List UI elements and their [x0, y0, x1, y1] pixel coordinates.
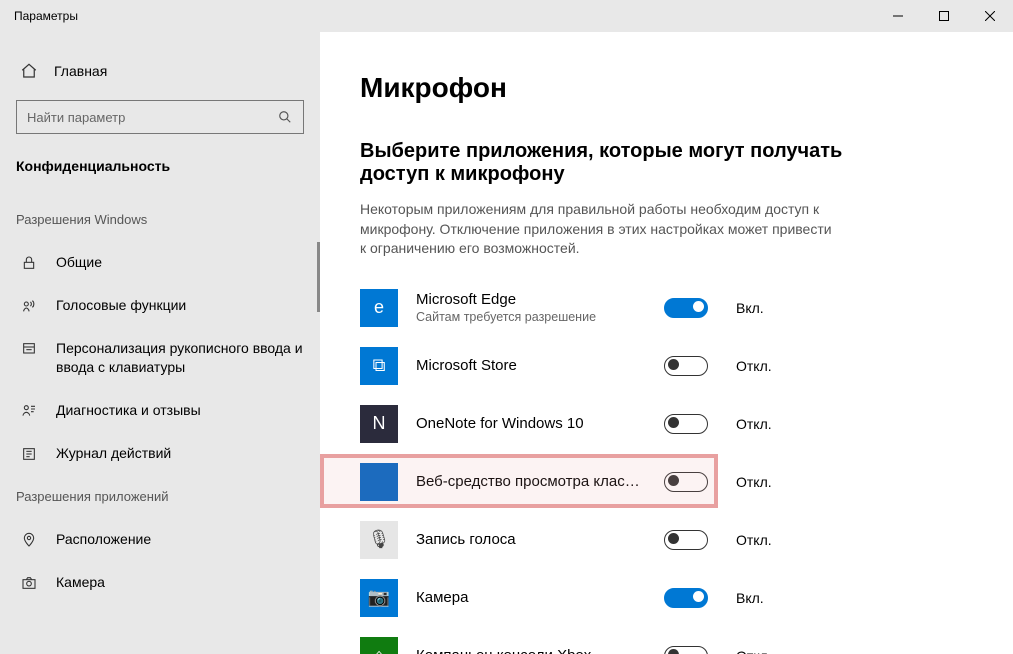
app-toggle[interactable] — [664, 588, 708, 608]
app-toggle[interactable] — [664, 530, 708, 550]
nav-inking[interactable]: Персонализация рукописного ввода и ввода… — [0, 327, 320, 389]
app-text: Камера — [416, 588, 646, 608]
app-list: e Microsoft EdgeСайтам требуется разрешен… — [360, 279, 973, 654]
nav-label: Расположение — [56, 530, 304, 549]
app-toggle[interactable] — [664, 414, 708, 434]
app-text: Microsoft EdgeСайтам требуется разрешени… — [416, 290, 646, 326]
settings-window: Параметры Главная — [0, 0, 1013, 654]
app-name: Камера — [416, 588, 646, 608]
nav-label: Голосовые функции — [56, 296, 304, 315]
location-icon — [20, 531, 38, 549]
app-text: OneNote for Windows 10 — [416, 414, 646, 434]
toggle-state-label: Откл. — [736, 648, 772, 654]
nav-speech[interactable]: Голосовые функции — [0, 284, 320, 327]
app-toggle[interactable] — [664, 298, 708, 318]
content-area: Микрофон Выберите приложения, которые мо… — [320, 32, 1013, 654]
home-label: Главная — [54, 63, 107, 79]
app-name: Компаньон консоли Xbox — [416, 646, 646, 654]
nav-general[interactable]: Общие — [0, 241, 320, 284]
app-row: 🎙 Запись голоса Откл. — [360, 511, 973, 569]
nav-label: Общие — [56, 253, 304, 272]
nav-label: Диагностика и отзывы — [56, 401, 304, 420]
toggle-state-label: Откл. — [736, 358, 772, 374]
app-toggle[interactable] — [664, 472, 708, 492]
section-windows-permissions: Разрешения Windows — [0, 198, 320, 241]
camera-icon — [20, 574, 38, 592]
app-text: Запись голоса — [416, 530, 646, 550]
toggle-state-label: Откл. — [736, 416, 772, 432]
close-button[interactable] — [967, 0, 1013, 32]
speech-icon — [20, 297, 38, 315]
app-icon — [360, 463, 398, 501]
toggle-state-label: Откл. — [736, 532, 772, 548]
nav-activity[interactable]: Журнал действий — [0, 432, 320, 475]
app-icon: ⌂ — [360, 637, 398, 654]
search-box[interactable] — [16, 100, 304, 134]
search-input[interactable] — [27, 110, 277, 125]
app-icon: e — [360, 289, 398, 327]
nav-label: Персонализация рукописного ввода и ввода… — [56, 339, 304, 377]
app-row: N OneNote for Windows 10 Откл. — [360, 395, 973, 453]
app-icon: 🎙 — [360, 521, 398, 559]
app-row: 📷 Камера Вкл. — [360, 569, 973, 627]
nav-label: Камера — [56, 573, 304, 592]
home-icon — [20, 62, 38, 80]
app-row: ⌂ Компаньон консоли Xbox Откл. — [360, 627, 973, 654]
app-name: Запись голоса — [416, 530, 646, 550]
nav-camera[interactable]: Камера — [0, 561, 320, 604]
app-row: ⧉ Microsoft Store Откл. — [360, 337, 973, 395]
nav-diagnostics[interactable]: Диагностика и отзывы — [0, 389, 320, 432]
home-nav[interactable]: Главная — [0, 52, 320, 90]
minimize-button[interactable] — [875, 0, 921, 32]
app-icon: N — [360, 405, 398, 443]
inking-icon — [20, 340, 38, 358]
app-icon: ⧉ — [360, 347, 398, 385]
body: Главная Конфиденциальность Разрешения Wi… — [0, 32, 1013, 654]
toggle-state-label: Вкл. — [736, 590, 764, 606]
window-controls — [875, 0, 1013, 32]
app-name: OneNote for Windows 10 — [416, 414, 646, 434]
sidebar: Главная Конфиденциальность Разрешения Wi… — [0, 32, 320, 654]
section-app-permissions: Разрешения приложений — [0, 475, 320, 518]
window-title: Параметры — [0, 9, 875, 23]
app-name: Microsoft Store — [416, 356, 646, 376]
maximize-button[interactable] — [921, 0, 967, 32]
app-text: Веб-средство просмотра классиче… — [416, 472, 646, 492]
app-text: Microsoft Store — [416, 356, 646, 376]
app-row: e Microsoft EdgeСайтам требуется разрешен… — [360, 279, 973, 337]
history-icon — [20, 445, 38, 463]
app-subtext: Сайтам требуется разрешение — [416, 309, 646, 325]
nav-location[interactable]: Расположение — [0, 518, 320, 561]
nav-label: Журнал действий — [56, 444, 304, 463]
toggle-state-label: Вкл. — [736, 300, 764, 316]
search-icon — [277, 109, 293, 125]
titlebar: Параметры — [0, 0, 1013, 32]
lock-icon — [20, 254, 38, 272]
category-header: Конфиденциальность — [0, 150, 320, 198]
app-text: Компаньон консоли Xbox — [416, 646, 646, 654]
app-toggle[interactable] — [664, 646, 708, 654]
app-row: Веб-средство просмотра классиче… Откл. — [360, 453, 973, 511]
app-toggle[interactable] — [664, 356, 708, 376]
section-description: Некоторым приложениям для правильной раб… — [360, 200, 840, 259]
section-heading: Выберите приложения, которые могут получ… — [360, 140, 860, 186]
app-name: Microsoft Edge — [416, 290, 646, 310]
toggle-state-label: Откл. — [736, 474, 772, 490]
app-name: Веб-средство просмотра классиче… — [416, 472, 646, 492]
feedback-icon — [20, 402, 38, 420]
app-icon: 📷 — [360, 579, 398, 617]
page-title: Микрофон — [360, 72, 973, 104]
